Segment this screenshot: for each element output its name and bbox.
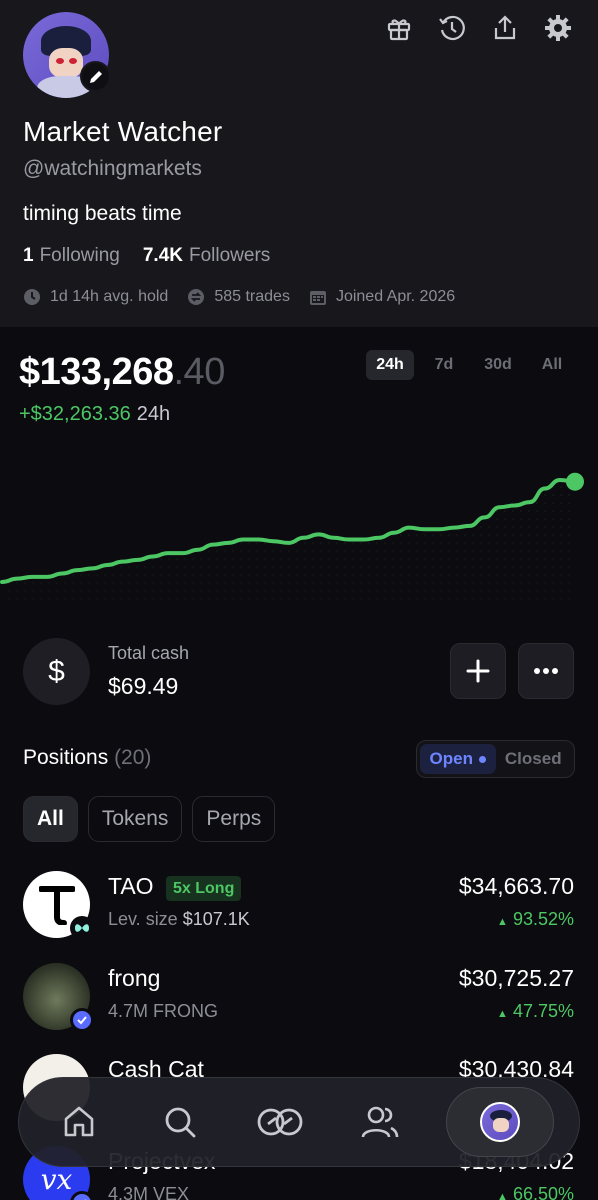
plus-icon: [466, 659, 490, 683]
timeframe-7d[interactable]: 7d: [420, 350, 468, 380]
portfolio-balance: $133,268.40: [19, 351, 225, 393]
avg-hold: 1d 14h avg. hold: [50, 288, 169, 305]
pencil-icon: [89, 70, 102, 83]
nav-search[interactable]: [145, 1087, 215, 1157]
positions-title: Positions (20): [23, 746, 152, 769]
add-cash-button[interactable]: [450, 643, 506, 699]
profile-header: Market Watcher @watchingmarkets timing b…: [0, 0, 598, 327]
timeframe-all[interactable]: All: [528, 350, 576, 380]
trades-icon: [188, 289, 205, 305]
followers-link[interactable]: 7.4K Followers: [143, 245, 270, 267]
open-closed-toggle: Open Closed: [416, 740, 575, 778]
chart-endpoint-dot: [566, 472, 584, 491]
calendar-icon: [309, 291, 326, 305]
position-value: $34,663.70: [458, 873, 574, 899]
position-sub: 4.7M FRONG: [108, 1001, 219, 1021]
profile-name: Market Watcher: [23, 116, 223, 147]
profile-meta: 1d 14h avg. hold 585 trades Joined Apr. …: [23, 288, 474, 306]
verified-badge: [70, 1008, 94, 1032]
share-icon: [494, 15, 516, 40]
settings-button[interactable]: [542, 12, 574, 44]
profile-avatar-icon: [479, 1102, 520, 1142]
position-value: $30,725.27: [458, 965, 574, 991]
cash-label: Total cash: [108, 643, 190, 663]
position-row[interactable]: frong 4.7M FRONG $30,725.27 ▲ 47.75%: [0, 963, 598, 1043]
position-name: frong: [108, 965, 161, 991]
home-icon: [64, 1106, 94, 1137]
timeframe-30d[interactable]: 30d: [474, 350, 522, 380]
portfolio-change: +$32,263.36 24h: [19, 403, 171, 425]
position-row[interactable]: TAO 5x Long Lev. size $107.1K $34,663.70…: [0, 871, 598, 951]
leverage-badge: 5x Long: [166, 876, 242, 901]
portfolio-chart[interactable]: [0, 430, 598, 605]
position-pct: ▲ 47.75%: [497, 1001, 574, 1021]
edit-avatar-button[interactable]: [80, 61, 111, 92]
more-icon: [534, 668, 558, 674]
gift-button[interactable]: [383, 12, 415, 44]
cash-icon: $: [23, 638, 90, 705]
timeframe-selector: 24h 7d 30d All: [366, 350, 576, 380]
position-name: TAO: [108, 873, 154, 899]
bottom-nav: [18, 1077, 580, 1167]
position-sub: 4.3M VEX: [108, 1184, 190, 1200]
filter-perps[interactable]: Perps: [192, 796, 276, 842]
search-icon: [165, 1107, 195, 1138]
trades-count: 585 trades: [214, 288, 290, 305]
clock-icon: [24, 289, 40, 305]
history-icon: [439, 15, 465, 41]
profile-handle: @watchingmarkets: [23, 157, 202, 180]
hyperliquid-badge: [70, 916, 94, 940]
joined-date: Joined Apr. 2026: [335, 288, 456, 305]
history-button[interactable]: [436, 12, 468, 44]
cash-value: $69.49: [108, 673, 179, 699]
toggle-closed[interactable]: Closed: [496, 744, 572, 774]
nav-social[interactable]: [345, 1087, 415, 1157]
gift-icon: [387, 19, 411, 41]
filter-all[interactable]: All: [23, 796, 78, 842]
position-sub: Lev. size $107.1K: [108, 909, 250, 929]
position-pct: ▲ 66.50%: [497, 1184, 574, 1200]
nav-profile[interactable]: [445, 1087, 554, 1157]
share-button[interactable]: [489, 12, 521, 44]
toggle-open[interactable]: Open: [420, 744, 496, 774]
timeframe-24h[interactable]: 24h: [366, 350, 414, 380]
settings-icon: [545, 15, 571, 41]
profile-bio: timing beats time: [23, 202, 182, 225]
following-link[interactable]: 1 Following: [23, 245, 120, 267]
position-pct: ▲ 93.52%: [497, 909, 574, 929]
people-icon: [362, 1106, 399, 1138]
verified-icon: [73, 1194, 91, 1200]
infinity-icon: [75, 924, 89, 932]
verified-icon: [73, 1011, 91, 1029]
position-filters: All Tokens Perps: [23, 796, 276, 842]
nav-home[interactable]: [44, 1087, 114, 1157]
more-options-button[interactable]: [518, 643, 574, 699]
follow-stats: 1 Following 7.4K Followers: [23, 245, 270, 267]
trade-icon: [257, 1108, 303, 1136]
verified-badge: [70, 1191, 94, 1200]
nav-trade[interactable]: [245, 1087, 315, 1157]
filter-tokens[interactable]: Tokens: [87, 796, 183, 842]
